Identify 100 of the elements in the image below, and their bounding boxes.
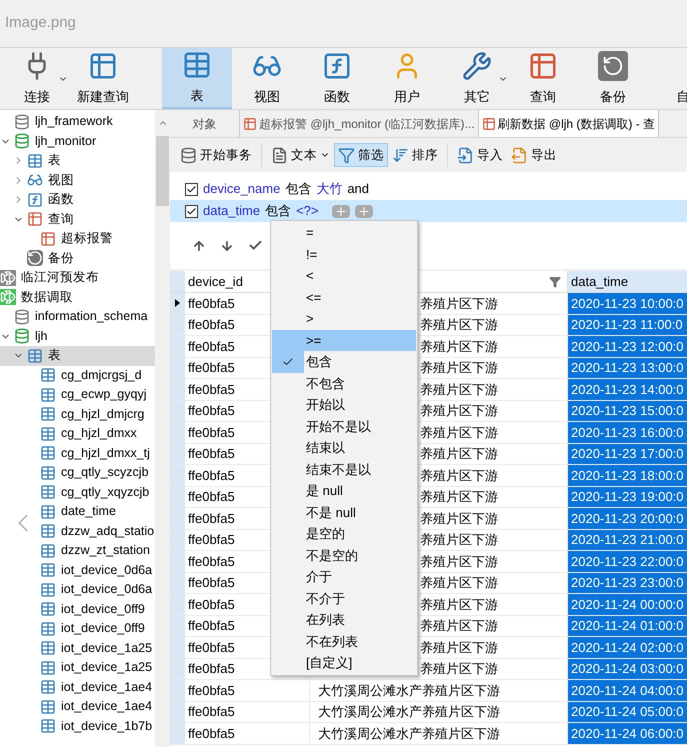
table-icon xyxy=(40,504,56,520)
table-cell: 2020-11-23 11:00:0 xyxy=(568,314,687,335)
tree-item[interactable]: iot_device_1ae4 xyxy=(0,697,155,716)
tree-item[interactable]: 函数 xyxy=(0,190,155,210)
action-button[interactable]: 开始事务 xyxy=(176,143,256,167)
filter-value[interactable]: <?> xyxy=(296,201,319,221)
scrollbar[interactable] xyxy=(155,110,170,747)
menu-item[interactable]: != xyxy=(272,244,416,265)
toolbar-button[interactable]: 用户 xyxy=(372,48,442,109)
tree-item[interactable]: iot_device_1ae4 xyxy=(0,678,155,697)
action-button[interactable]: 导出 xyxy=(507,143,561,167)
tree-item[interactable]: 超标报警 xyxy=(0,229,155,248)
table-icon xyxy=(40,640,56,656)
table-cell: 2020-11-23 17:00:0 xyxy=(568,444,687,464)
table-cell: 2020-11-23 21:00:0 xyxy=(568,530,687,550)
filter-icon[interactable] xyxy=(549,276,561,288)
table-icon xyxy=(482,116,496,130)
tree-item[interactable]: cg_qtly_scyzcjb xyxy=(0,463,155,482)
table-cell: 2020-11-23 13:00:0 xyxy=(568,358,687,378)
table-icon xyxy=(40,386,56,403)
tree-item[interactable]: information_schema xyxy=(0,307,155,326)
filter-row[interactable]: data_time 包含 <?> xyxy=(170,200,687,222)
tree-item[interactable]: cg_ecwp_gyqyj xyxy=(0,385,155,404)
table-cell: 2020-11-23 18:00:0 xyxy=(568,465,687,486)
table-icon xyxy=(40,542,56,559)
window-title: Image.png xyxy=(5,13,76,34)
row-header[interactable] xyxy=(170,293,185,314)
filter-row[interactable]: device_name 包含 大竹 and xyxy=(170,178,687,200)
tree-item[interactable]: dzzw_zt_station xyxy=(0,541,155,560)
table-cell: 2020-11-23 23:00:0 xyxy=(568,572,687,593)
database-icon xyxy=(14,308,30,325)
tree-item[interactable]: dzzw_adq_statio xyxy=(0,522,155,541)
column-header[interactable]: data_time xyxy=(568,271,687,292)
tree-item[interactable]: 备份 xyxy=(0,248,155,268)
tree-item[interactable]: iot_device_0d6a xyxy=(0,580,155,600)
table-cell: 2020-11-23 16:00:0 xyxy=(568,422,687,442)
tree-item[interactable]: 视图 xyxy=(0,170,155,190)
menu-item[interactable]: = xyxy=(272,222,416,244)
filter-field[interactable]: data_time xyxy=(203,201,260,221)
database-icon xyxy=(14,114,30,130)
tree-item[interactable]: cg_qtly_xqyzcjb xyxy=(0,482,155,502)
filter-operator[interactable]: 包含 xyxy=(265,201,292,221)
toolbar-button[interactable]: 自 xyxy=(648,48,687,109)
table-row[interactable]: ffe0bfa5 大竹溪周公滩水产养殖片区下游 2020-11-24 06:00:0 xyxy=(170,723,687,744)
tree-item[interactable]: date_time xyxy=(0,502,155,522)
toolbar-button[interactable]: 视图 xyxy=(232,48,302,109)
tree-item[interactable]: 表 xyxy=(0,346,155,366)
tree-item[interactable]: cg_dmjcrgsj_d xyxy=(0,366,155,385)
tree-item[interactable]: iot_device_1a25 xyxy=(0,658,155,678)
table-cell: ffe0bfa5 xyxy=(185,723,310,744)
function-icon xyxy=(322,50,352,81)
tree-item[interactable]: cg_hjzl_dmxx xyxy=(0,424,155,444)
table-icon xyxy=(40,582,56,598)
filter-connector[interactable]: and xyxy=(347,179,370,199)
filter-field[interactable]: device_name xyxy=(203,179,280,199)
tree-item[interactable]: iot_device_0ff9 xyxy=(0,600,155,619)
tree-item[interactable]: iot_device_1b7b xyxy=(0,716,155,736)
action-button[interactable]: 排序 xyxy=(388,143,442,167)
tree-item[interactable]: iot_device_0ff9 xyxy=(0,619,155,638)
tree-item[interactable]: 查询 xyxy=(0,210,155,229)
tree-item[interactable]: iot_device_0d6a xyxy=(0,560,155,580)
tab[interactable]: 刷新数据 @ljh (数据调取) - 查 xyxy=(478,110,660,137)
tree-item[interactable]: cg_hjzl_dmjcrg xyxy=(0,404,155,424)
toolbar-button[interactable]: 表 xyxy=(162,48,232,109)
checkbox[interactable] xyxy=(185,204,198,218)
toolbar-button[interactable]: 函数 xyxy=(302,48,372,109)
tree-item[interactable]: ljh_monitor xyxy=(0,132,155,151)
tree-item[interactable]: ljh xyxy=(0,326,155,346)
export-icon xyxy=(511,146,528,164)
restore-icon xyxy=(598,50,628,81)
table-row[interactable]: ffe0bfa5 大竹溪周公滩水产养殖片区下游 2020-11-24 04:00:0 xyxy=(170,680,687,702)
tree-item[interactable]: iot_device_1a25 xyxy=(0,638,155,658)
tab[interactable]: 对象 xyxy=(170,110,240,137)
menu-item[interactable]: >= xyxy=(272,330,416,351)
tree-item[interactable]: ljh_framework xyxy=(0,112,155,132)
tree-item[interactable]: 表 xyxy=(0,151,155,170)
table-icon xyxy=(40,601,56,618)
scrollbar-thumb[interactable] xyxy=(156,136,169,206)
table-icon xyxy=(40,679,56,696)
add-group-icon[interactable] xyxy=(354,204,373,218)
table-cell: 2020-11-24 02:00:0 xyxy=(568,637,687,658)
table-icon xyxy=(40,464,56,481)
checkbox[interactable] xyxy=(185,182,198,196)
tree-item[interactable]: cg_hjzl_dmxx_tj xyxy=(0,444,155,463)
action-button[interactable]: 筛选 xyxy=(334,143,388,167)
filter-operator[interactable]: 包含 xyxy=(285,179,312,199)
filter-icon xyxy=(338,146,355,164)
add-icon[interactable] xyxy=(332,204,350,218)
wrench-icon xyxy=(462,50,492,81)
table-cell: 2020-11-24 03:00:0 xyxy=(568,658,687,679)
table-row[interactable]: ffe0bfa5 大竹溪周公滩水产养殖片区下游 2020-11-24 05:00:0 xyxy=(170,702,687,723)
toolbar-button[interactable]: 备份 xyxy=(578,48,648,109)
tree-item[interactable]: 临江河预发布 xyxy=(0,268,155,288)
arrow-down-icon[interactable] xyxy=(220,238,234,252)
action-button[interactable]: 文本 xyxy=(267,143,334,167)
action-button[interactable]: 导入 xyxy=(453,143,507,167)
table-cell: 2020-11-23 10:00:0 xyxy=(568,293,687,314)
filter-value[interactable]: 大竹 xyxy=(316,179,342,199)
import-icon xyxy=(457,146,474,164)
tree-item[interactable]: 数据调取 xyxy=(0,288,155,307)
